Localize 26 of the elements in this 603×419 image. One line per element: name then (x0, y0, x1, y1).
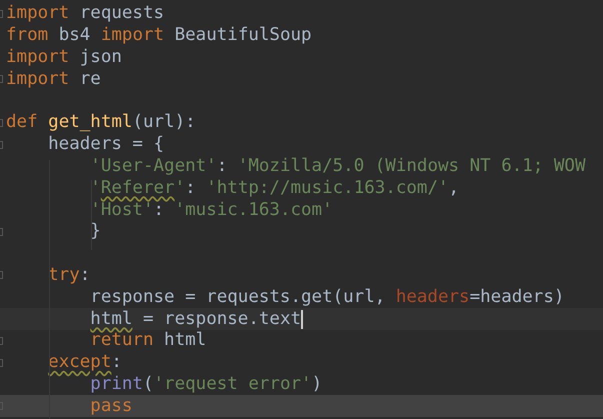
code-line: import json (6, 46, 122, 68)
fold-marker-icon[interactable] (0, 271, 3, 280)
code-line: except: (47, 352, 122, 374)
code-line: try: (47, 264, 90, 286)
code-line: } (89, 221, 101, 242)
code-line: return html (89, 330, 206, 352)
code-line: print('request error') (89, 374, 322, 395)
text-caret (301, 310, 304, 329)
code-line: headers = { (47, 134, 164, 156)
fold-marker-icon[interactable] (0, 228, 3, 236)
fold-marker-icon[interactable] (0, 118, 3, 127)
code-line: import re (6, 68, 101, 90)
code-line: def get_html(url): (6, 112, 196, 134)
fold-marker-icon[interactable] (0, 10, 3, 18)
fold-marker-icon[interactable] (0, 140, 3, 149)
fold-marker-icon[interactable] (0, 336, 3, 345)
code-line: 'User-Agent': 'Mozilla/5.0 (Windows NT 6.1; WOW (89, 156, 586, 177)
code-line: 'Referer': 'http://music.163.com/', (89, 178, 460, 199)
code-line: import requests (6, 3, 164, 24)
code-line: 'Host': 'music.163.com' (89, 200, 333, 221)
fold-marker-icon[interactable] (0, 358, 3, 367)
code-line: pass (89, 396, 132, 417)
code-line: html = response.text (89, 308, 304, 330)
fold-marker-icon[interactable] (0, 75, 3, 84)
code-line: from bs4 import BeautifulSoup (6, 25, 312, 46)
code-line: response = requests.get(url, headers=headers) (89, 286, 564, 308)
